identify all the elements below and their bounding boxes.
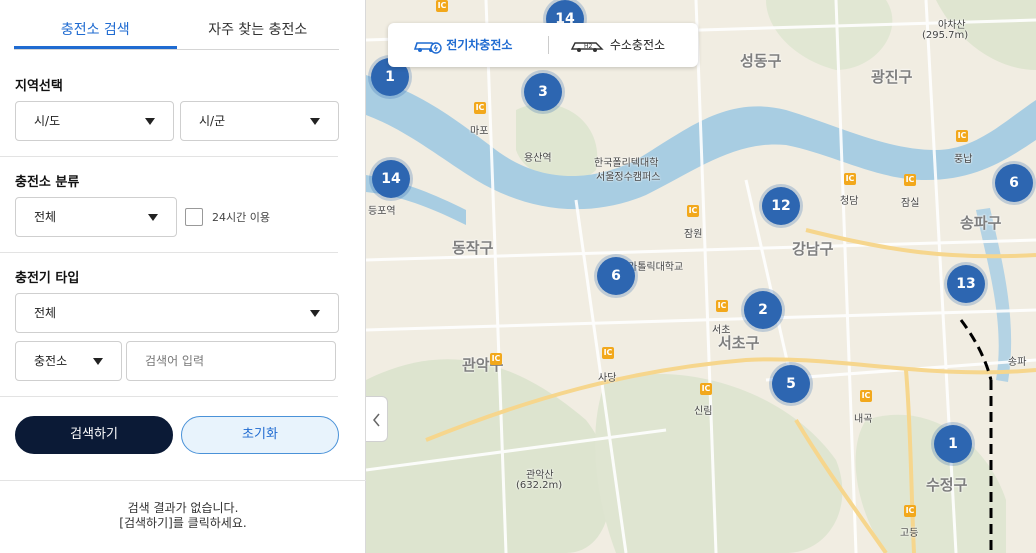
chevron-down-icon (148, 214, 158, 221)
hydrogen-station-toggle[interactable]: H2 수소충전소 (570, 23, 665, 67)
chevron-down-icon (310, 118, 320, 125)
interchange-icon: IC (490, 353, 502, 365)
sidebar-tabs: 충전소 검색 자주 찾는 충전소 (14, 12, 339, 50)
interchange-icon: IC (860, 390, 872, 402)
toggle-divider (548, 36, 549, 54)
category-section-title: 충전소 분류 (15, 175, 80, 190)
search-keyword-input[interactable] (126, 341, 336, 381)
station-cluster-marker[interactable]: 14 (372, 160, 410, 198)
district-label: 송파구 (960, 214, 1002, 232)
interchange-icon: IC (474, 102, 486, 114)
district-label: 수정구 (926, 476, 968, 494)
station-cluster-marker[interactable]: 2 (744, 291, 782, 329)
open-24h-checkbox[interactable] (185, 208, 203, 226)
section-divider (0, 396, 338, 397)
place-label: (295.7m) (922, 30, 969, 41)
place-label: 잠실 (901, 198, 920, 209)
station-cluster-marker[interactable]: 3 (524, 73, 562, 111)
place-label: 신림 (694, 406, 713, 417)
interchange-icon: IC (602, 347, 614, 359)
category-select[interactable]: 전체 (15, 197, 177, 237)
district-label: 강남구 (792, 240, 834, 258)
sigungu-select-label: 시/군 (199, 114, 226, 128)
sigungu-select[interactable]: 시/군 (180, 101, 339, 141)
place-label: 한국폴리텍대학 (594, 158, 659, 169)
station-cluster-marker[interactable]: 13 (947, 265, 985, 303)
place-label: 청담 (840, 196, 859, 207)
category-select-label: 전체 (34, 210, 57, 224)
district-label: 동작구 (452, 239, 494, 257)
section-divider (0, 252, 338, 253)
place-label: 풍납 (954, 154, 973, 165)
chevron-down-icon (93, 358, 103, 365)
place-label: 등포역 (368, 206, 396, 217)
tab-favorite-stations[interactable]: 자주 찾는 충전소 (177, 12, 340, 49)
chevron-down-icon (145, 118, 155, 125)
station-cluster-marker[interactable]: 6 (995, 164, 1033, 202)
place-label: 고등 (900, 528, 919, 539)
place-label: (632.2m) (516, 480, 563, 491)
park-area (766, 0, 893, 70)
place-label: 가톨릭대학교 (628, 262, 684, 273)
region-section-title: 지역선택 (15, 79, 63, 94)
empty-result-line2: [검색하기]를 클릭하세요. (119, 516, 247, 530)
ev-station-toggle-label: 전기차충전소 (446, 38, 513, 52)
hydrogen-car-icon: H2 (570, 41, 604, 52)
station-type-toggle: 전기차충전소 H2 수소충전소 (388, 23, 698, 67)
interchange-icon: IC (700, 383, 712, 395)
svg-text:H2: H2 (584, 43, 593, 50)
place-label: 서울정수캠퍼스 (596, 172, 661, 183)
station-cluster-marker[interactable]: 12 (762, 187, 800, 225)
search-sidebar: 충전소 검색 자주 찾는 충전소 지역선택 시/도 시/군 충전소 분류 전체 … (0, 0, 366, 553)
mountain-area (595, 373, 843, 553)
search-target-select[interactable]: 충전소 (15, 341, 122, 381)
empty-result-line1: 검색 결과가 없습니다. (127, 501, 239, 515)
sidebar-collapse-button[interactable] (366, 396, 388, 442)
hydrogen-station-toggle-label: 수소충전소 (609, 38, 666, 52)
empty-result-message: 검색 결과가 없습니다. [검색하기]를 클릭하세요. (0, 480, 366, 553)
map-base (366, 0, 1036, 553)
ev-car-icon (413, 41, 442, 54)
search-button[interactable]: 검색하기 (15, 416, 173, 454)
interchange-icon: IC (904, 174, 916, 186)
interchange-icon: IC (436, 0, 448, 12)
station-cluster-marker[interactable]: 5 (772, 365, 810, 403)
search-target-label: 충전소 (34, 354, 68, 368)
map-view[interactable]: 성동구 광진구 동작구 강남구 송파구 서초구 관악구 수정구 마포 용산역 한… (366, 0, 1036, 553)
ev-station-toggle[interactable]: 전기차충전소 (412, 23, 512, 67)
sido-select[interactable]: 시/도 (15, 101, 174, 141)
place-label: 서초 (712, 325, 731, 336)
section-divider (0, 156, 338, 157)
district-label: 광진구 (871, 68, 913, 86)
station-cluster-marker[interactable]: 6 (597, 257, 635, 295)
reset-button[interactable]: 초기화 (181, 416, 339, 454)
charger-type-select[interactable]: 전체 (15, 293, 339, 333)
place-label: 잠원 (684, 229, 703, 240)
district-label: 성동구 (740, 52, 782, 70)
place-label: 용산역 (524, 153, 552, 164)
sido-select-label: 시/도 (34, 114, 61, 128)
place-label: 사당 (598, 373, 617, 384)
charger-type-section-title: 충전기 타입 (15, 271, 80, 286)
place-label: 아차산 (938, 20, 966, 31)
station-cluster-marker[interactable]: 1 (934, 425, 972, 463)
open-24h-label: 24시간 이용 (212, 211, 270, 224)
interchange-icon: IC (904, 505, 916, 517)
place-label: 송파 (1008, 357, 1027, 368)
charger-type-select-label: 전체 (34, 306, 57, 320)
place-label: 내곡 (854, 414, 873, 425)
chevron-left-icon (373, 413, 380, 427)
interchange-icon: IC (687, 205, 699, 217)
interchange-icon: IC (844, 173, 856, 185)
tab-station-search[interactable]: 충전소 검색 (14, 12, 177, 49)
chevron-down-icon (310, 310, 320, 317)
interchange-icon: IC (956, 130, 968, 142)
interchange-icon: IC (716, 300, 728, 312)
place-label: 관악산 (526, 470, 554, 481)
place-label: 마포 (470, 126, 489, 137)
